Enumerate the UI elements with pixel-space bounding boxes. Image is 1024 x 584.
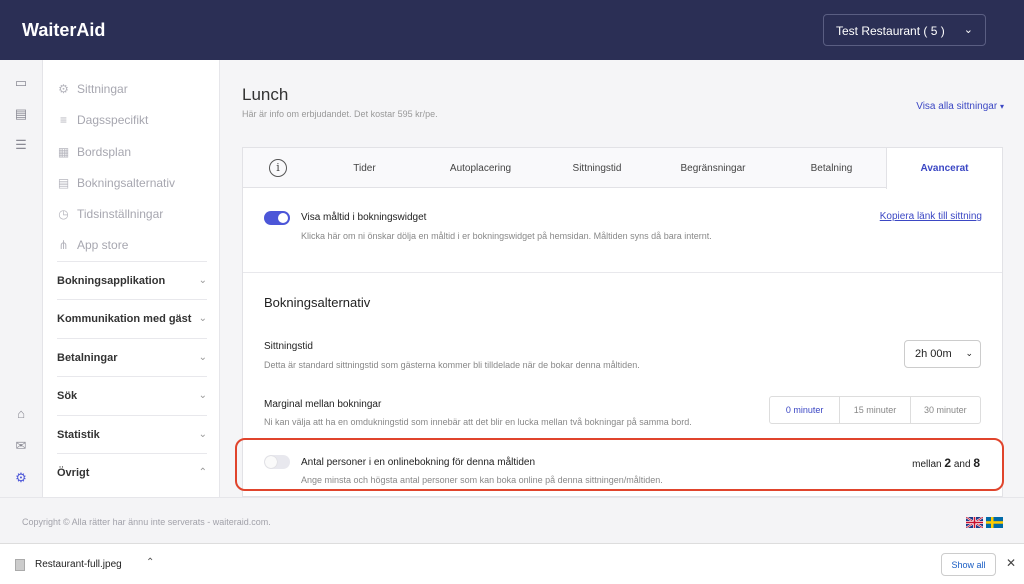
layers-icon: ≡	[59, 112, 67, 127]
page-subtitle: Här är info om erbjudandet. Det kostar 5…	[242, 109, 438, 119]
widget-visibility-toggle[interactable]	[264, 211, 290, 225]
toggle-knob	[278, 213, 288, 223]
chevron-down-icon: ⌄	[198, 429, 207, 440]
store-icon[interactable]: ⌂	[14, 407, 28, 421]
sidebar-group-statistik[interactable]: Statistik ⌄	[57, 415, 207, 453]
copy-link[interactable]: Kopiera länk till sittning	[880, 211, 982, 222]
tab-bar: i Tider Autoplacering Sittningstid Begrä…	[243, 148, 1002, 189]
margin-option-30[interactable]: 30 minuter	[911, 397, 980, 423]
sidebar-group-ovrigt[interactable]: Övrigt ⌃	[57, 453, 207, 491]
seating-time-desc: Detta är standard sittningstid som gäste…	[264, 360, 640, 370]
sidebar-item-label: Dagsspecifikt	[77, 113, 149, 127]
tab-avancerat[interactable]: Avancerat	[886, 148, 1002, 189]
sidebar-group-label: Kommunikation med gäst	[57, 312, 192, 325]
top-navbar: WaiterAid Test Restaurant ( 5 ) ⌄	[0, 0, 1024, 60]
downloads-bar: Restaurant-full.jpeg ⌃ Show all ✕	[0, 543, 1024, 584]
sidebar-item-label: Bordsplan	[77, 145, 132, 159]
divider	[243, 272, 1002, 273]
sidebar-group-kommunikation[interactable]: Kommunikation med gäst ⌄	[57, 299, 207, 337]
seating-time-title: Sittningstid	[264, 341, 313, 352]
brand-logo[interactable]: WaiterAid	[22, 20, 105, 41]
sidebar-item-label: Sittningar	[77, 82, 128, 96]
icon-rail: ▭ ▤ ☰ ⌂ ✉ ⚙	[0, 60, 43, 497]
tab-sittningstid[interactable]: Sittningstid	[545, 148, 649, 188]
seating-time-value: 2h 00m	[915, 348, 952, 360]
chevron-down-icon: ⌄	[198, 390, 207, 401]
en-flag-icon[interactable]	[966, 517, 983, 528]
nodes-icon: ⋔	[58, 237, 69, 252]
close-icon[interactable]: ✕	[1006, 556, 1016, 570]
chevron-down-icon: ⌄	[198, 352, 207, 363]
chevron-down-icon: ⌄	[965, 348, 973, 358]
highlight-annotation	[235, 438, 1004, 491]
mail-icon[interactable]: ✉	[14, 439, 28, 453]
tab-begransningar[interactable]: Begränsningar	[649, 148, 777, 188]
sidebar-group-label: Bokningsapplikation	[57, 274, 166, 287]
tab-betalning[interactable]: Betalning	[777, 148, 886, 188]
margin-option-15[interactable]: 15 minuter	[840, 397, 911, 423]
chevron-down-icon: ⌄	[198, 313, 207, 324]
sv-flag-icon[interactable]	[986, 517, 1003, 528]
sidebar-group-bokningsapplikation[interactable]: Bokningsapplikation ⌄	[57, 261, 207, 299]
sidebar-item-label: Bokningsalternativ	[77, 176, 176, 190]
show-all-seatings-label: Visa alla sittningar	[916, 101, 998, 112]
clock-icon: ◷	[58, 206, 69, 221]
tab-autoplacering[interactable]: Autoplacering	[416, 148, 545, 188]
seating-time-select[interactable]: 2h 00m ⌄	[904, 340, 981, 368]
chevron-down-icon: ⌄	[963, 24, 973, 36]
sidebar-group-label: Övrigt	[57, 466, 90, 479]
sidebar-group-sok[interactable]: Sök ⌄	[57, 376, 207, 414]
copyright-text: Copyright © Alla rätter har ännu inte se…	[22, 517, 271, 527]
restaurant-select-value: Test Restaurant ( 5 )	[836, 24, 945, 38]
show-all-seatings-link[interactable]: Visa alla sittningar ▾	[916, 101, 1004, 112]
margin-title: Marginal mellan bokningar	[264, 399, 382, 410]
tab-tider[interactable]: Tider	[313, 148, 416, 188]
sidebar-item-dagsspecifikt[interactable]: ≡ Dagsspecifikt	[57, 110, 148, 130]
sidebar: ⚙ Sittningar ≡ Dagsspecifikt ▦ Bordsplan…	[43, 60, 220, 497]
margin-segmented-control: 0 minuter 15 minuter 30 minuter	[769, 396, 981, 424]
sidebar-item-label: Tidsinställningar	[77, 207, 164, 221]
tab-info[interactable]: i	[243, 148, 313, 188]
widget-visibility-title: Visa måltid i bokningswidget	[301, 212, 427, 223]
show-all-button[interactable]: Show all	[941, 553, 996, 576]
sidebar-item-label: App store	[77, 238, 129, 252]
chevron-up-icon: ⌃	[198, 467, 207, 478]
sidebar-group-betalningar[interactable]: Betalningar ⌄	[57, 338, 207, 376]
page-title: Lunch	[242, 85, 289, 104]
page-footer: Copyright © Alla rätter har ännu inte se…	[0, 497, 1024, 543]
section-heading: Bokningsalternativ	[264, 295, 371, 310]
sidebar-group-label: Statistik	[57, 428, 100, 441]
list-icon: ▤	[57, 175, 70, 190]
sidebar-item-bokningsalternativ[interactable]: ▤ Bokningsalternativ	[57, 173, 175, 193]
download-file-name[interactable]: Restaurant-full.jpeg	[35, 559, 122, 570]
sliders-icon[interactable]: ☰	[14, 138, 28, 152]
sidebar-item-sittningar[interactable]: ⚙ Sittningar	[57, 79, 128, 99]
sidebar-group-label: Sök	[57, 389, 78, 402]
widget-visibility-desc: Klicka här om ni önskar dölja en måltid …	[301, 231, 712, 241]
margin-option-0[interactable]: 0 minuter	[770, 397, 841, 423]
info-icon: i	[269, 159, 287, 177]
sidebar-group-label: Betalningar	[57, 351, 118, 364]
sidebar-item-app-store[interactable]: ⋔ App store	[57, 235, 128, 255]
file-icon	[15, 559, 25, 571]
chevron-down-icon: ⌄	[198, 275, 207, 286]
table-icon: ▦	[57, 144, 70, 159]
calendar-icon[interactable]: ▭	[14, 76, 28, 90]
sidebar-item-tidsinstallningar[interactable]: ◷ Tidsinställningar	[57, 204, 163, 224]
restaurant-select[interactable]: Test Restaurant ( 5 ) ⌄	[823, 14, 986, 46]
main-content: Lunch Här är info om erbjudandet. Det ko…	[220, 60, 1024, 497]
chevron-up-icon[interactable]: ⌃	[146, 557, 154, 568]
gear-icon: ⚙	[58, 81, 69, 96]
caret-down-icon: ▾	[999, 102, 1004, 111]
margin-desc: Ni kan välja att ha en omdukningstid som…	[264, 417, 692, 427]
sidebar-item-bordsplan[interactable]: ▦ Bordsplan	[57, 142, 131, 162]
list-icon[interactable]: ▤	[14, 107, 28, 121]
gear-icon[interactable]: ⚙	[14, 471, 28, 485]
